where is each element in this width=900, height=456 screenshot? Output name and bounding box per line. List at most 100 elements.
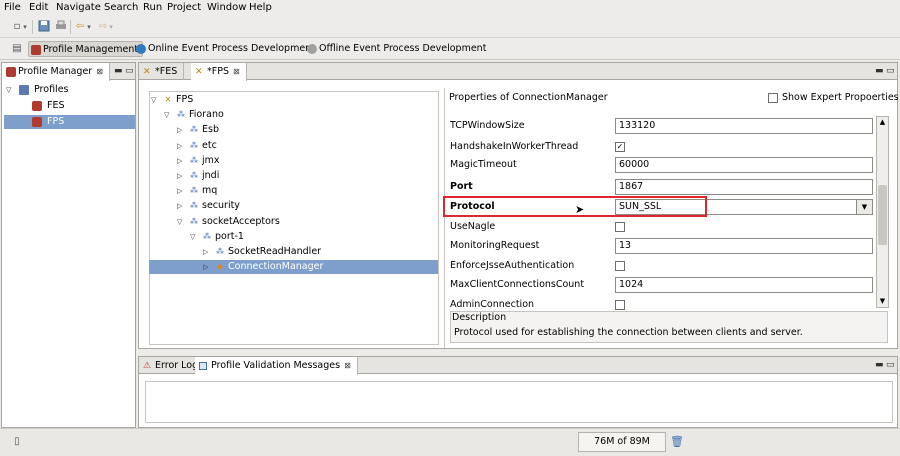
- perspective-profile-management[interactable]: Profile Management: [28, 41, 144, 57]
- property-checkbox[interactable]: [615, 222, 625, 232]
- property-input[interactable]: 1024: [615, 277, 873, 293]
- tree-item-fps[interactable]: FPS: [4, 115, 135, 129]
- menu-edit[interactable]: Edit: [29, 2, 48, 13]
- config-tree-item[interactable]: ▷ ⁂ Esb: [149, 123, 315, 137]
- bottom-view: ⚠ Error Log Profile Validation Messages ⊠…: [138, 356, 898, 428]
- perspective-offline-event[interactable]: Offline Event Process Development: [305, 41, 486, 57]
- property-label: AdminConnection: [450, 299, 535, 310]
- config-tree-item[interactable]: ▽ ⁂ socketAcceptors: [149, 215, 315, 229]
- menu-navigate[interactable]: Navigate: [56, 2, 101, 13]
- tree-item-label: SocketReadHandler: [228, 246, 322, 257]
- property-checkbox[interactable]: ✓: [615, 142, 625, 152]
- close-icon[interactable]: ⊠: [344, 361, 351, 370]
- minimize-icon[interactable]: ▬: [875, 66, 884, 76]
- tab-fps-editor[interactable]: ✕ *FPS ⊠: [191, 63, 247, 81]
- heap-status: 76M of 89M: [578, 432, 666, 452]
- config-tree-item[interactable]: ▷ ⁂ SocketReadHandler: [149, 245, 341, 259]
- collapse-twisty-icon[interactable]: ▽: [164, 108, 169, 122]
- print-icon[interactable]: [54, 20, 68, 34]
- scroll-up-icon[interactable]: ▲: [877, 117, 888, 128]
- show-expert-label: Show Expert Propoerties: [782, 92, 899, 103]
- property-label: MonitoringRequest: [450, 240, 540, 251]
- fast-view-icon[interactable]: ▯: [10, 435, 24, 449]
- menu-help[interactable]: Help: [249, 2, 272, 13]
- expand-twisty-icon[interactable]: ▷: [177, 123, 182, 137]
- back-dropdown-icon[interactable]: ▾: [86, 20, 92, 34]
- profile-management-icon: [31, 45, 41, 55]
- property-value: 133120: [619, 120, 656, 131]
- config-tree-item[interactable]: ▽ ⁂ Fiorano: [149, 108, 302, 122]
- menu-window[interactable]: Window: [207, 2, 246, 13]
- scroll-down-icon[interactable]: ▼: [877, 296, 888, 307]
- perspective-online-event[interactable]: Online Event Process Development: [134, 41, 315, 57]
- show-expert-checkbox[interactable]: [768, 93, 778, 103]
- menu-project[interactable]: Project: [167, 2, 201, 13]
- back-icon[interactable]: ⇦: [73, 20, 87, 34]
- properties-scrollbar[interactable]: ▲ ▼: [876, 116, 889, 308]
- config-tree-item[interactable]: ▽ ⁂ port-1: [149, 230, 328, 244]
- menu-run[interactable]: Run: [143, 2, 162, 13]
- menu-search[interactable]: Search: [104, 2, 138, 13]
- chevron-down-icon[interactable]: ▼: [856, 200, 872, 214]
- config-tree-item[interactable]: ▽ ✕ FPS: [149, 93, 289, 107]
- component-icon: ◆: [216, 262, 224, 271]
- node-icon: ⁂: [190, 125, 198, 134]
- property-input[interactable]: 133120: [615, 118, 873, 134]
- config-tree-item[interactable]: ▷ ⁂ security: [149, 199, 315, 213]
- config-tree-item[interactable]: ▷ ⁂ jndi: [149, 169, 315, 183]
- property-checkbox[interactable]: [615, 300, 625, 310]
- tree-item-label: Fiorano: [189, 109, 224, 120]
- tab-profile-manager[interactable]: Profile Manager ⊠: [2, 63, 110, 81]
- tab-profile-validation[interactable]: Profile Validation Messages ⊠: [195, 357, 358, 375]
- property-input[interactable]: 13: [615, 238, 873, 254]
- expand-twisty-icon[interactable]: ▷: [177, 154, 182, 168]
- tools-icon: ✕: [195, 67, 203, 77]
- property-label: MagicTimeout: [450, 159, 517, 170]
- save-icon[interactable]: [37, 20, 51, 34]
- config-tree-item[interactable]: ▷ ⁂ jmx: [149, 154, 315, 168]
- property-label: TCPWindowSize: [450, 120, 525, 131]
- scrollbar-thumb[interactable]: [878, 185, 887, 245]
- tab-fes-editor[interactable]: ✕ *FES: [139, 63, 185, 80]
- tree-item-label: jndi: [202, 170, 220, 181]
- node-icon: ⁂: [190, 171, 198, 180]
- new-wizard-dropdown-icon[interactable]: ▾: [22, 20, 28, 34]
- tools-icon: ✕: [164, 95, 172, 104]
- collapse-twisty-icon[interactable]: ▽: [177, 215, 182, 229]
- config-tree-item[interactable]: ▷ ◆ ConnectionManager: [149, 260, 438, 274]
- close-icon[interactable]: ⊠: [233, 67, 240, 76]
- collapse-twisty-icon[interactable]: ▽: [151, 93, 156, 107]
- maximize-icon[interactable]: ▭: [886, 66, 895, 76]
- close-icon[interactable]: ⊠: [96, 67, 103, 76]
- profile-manager-tabbar: Profile Manager ⊠ ▬ ▭: [2, 63, 135, 81]
- expand-twisty-icon[interactable]: ▷: [177, 139, 182, 153]
- config-tree-item[interactable]: ▷ ⁂ mq: [149, 184, 315, 198]
- profile-manager-view: Profile Manager ⊠ ▬ ▭ ▽ Profiles FES FPS: [1, 62, 136, 428]
- menu-file[interactable]: File: [4, 2, 21, 13]
- property-checkbox[interactable]: [615, 261, 625, 271]
- minimize-icon[interactable]: ▬: [875, 360, 884, 370]
- property-input[interactable]: 60000: [615, 157, 873, 173]
- minimize-icon[interactable]: ▬: [114, 66, 123, 76]
- tree-item-label: socketAcceptors: [202, 216, 280, 227]
- expand-twisty-icon[interactable]: ▷: [177, 169, 182, 183]
- expand-twisty-icon[interactable]: ▽: [6, 83, 11, 97]
- config-tree-item[interactable]: ▷ ⁂ etc: [149, 139, 315, 153]
- expand-twisty-icon[interactable]: ▷: [177, 184, 182, 198]
- mouse-cursor-icon: ➤: [575, 203, 585, 216]
- tree-item-fes[interactable]: FES: [2, 99, 135, 113]
- open-perspective-icon[interactable]: ▤: [10, 42, 24, 56]
- maximize-icon[interactable]: ▭: [125, 66, 134, 76]
- property-input[interactable]: 1867: [615, 179, 873, 195]
- tree-item-profiles[interactable]: ▽ Profiles: [2, 83, 135, 97]
- garbage-collect-icon[interactable]: 🗑: [670, 435, 684, 449]
- maximize-icon[interactable]: ▭: [886, 360, 895, 370]
- forward-dropdown-icon[interactable]: ▾: [108, 20, 114, 34]
- editor-tabbar: ✕ *FES ✕ *FPS ⊠ ▬ ▭: [139, 63, 897, 81]
- error-log-icon: ⚠: [143, 361, 152, 371]
- expand-twisty-icon[interactable]: ▷: [203, 245, 208, 259]
- validation-messages-area: [145, 381, 893, 423]
- expand-twisty-icon[interactable]: ▷: [177, 199, 182, 213]
- collapse-twisty-icon[interactable]: ▽: [190, 230, 195, 244]
- expand-twisty-icon[interactable]: ▷: [203, 260, 208, 274]
